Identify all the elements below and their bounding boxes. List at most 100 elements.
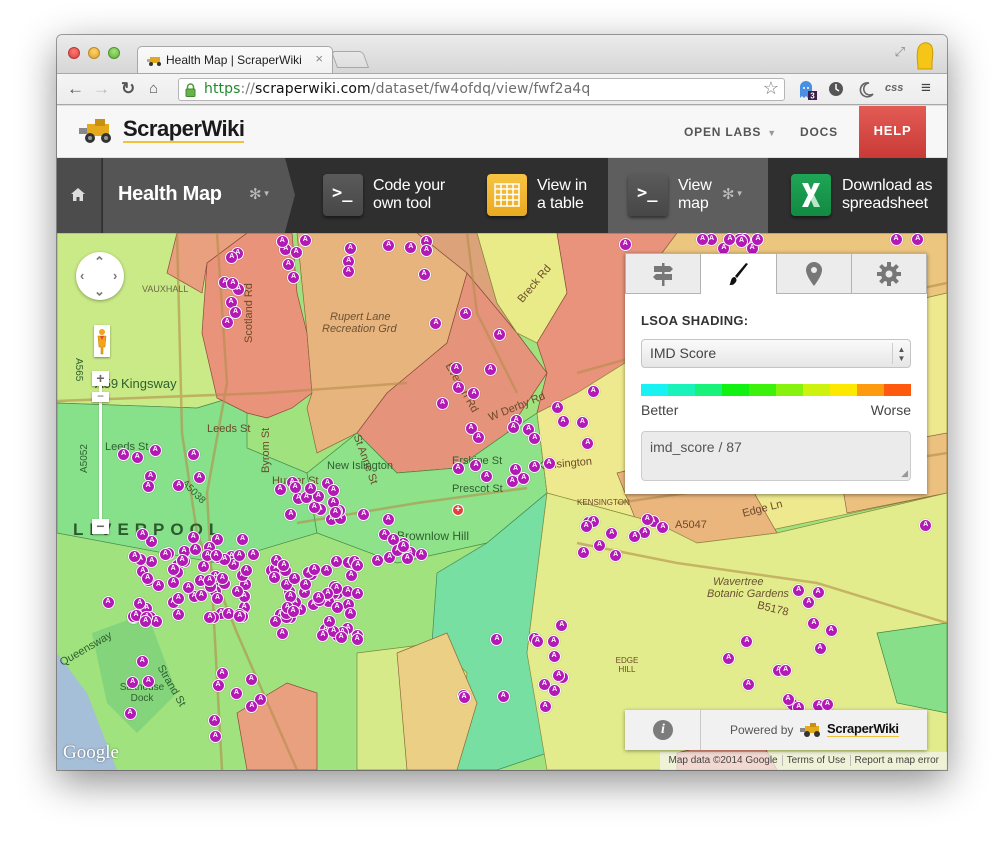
pan-left-icon[interactable]: ‹ xyxy=(80,268,84,283)
map-canvas[interactable]: A59 Kingsway VAUXHALL LIVERPOOL Leeds St… xyxy=(57,233,947,770)
menu-icon[interactable]: ≡ xyxy=(921,78,931,98)
map-marker[interactable]: A xyxy=(215,572,229,586)
map-marker[interactable]: A xyxy=(148,443,162,457)
fullscreen-icon[interactable]: ⤢ xyxy=(895,44,905,60)
map-marker[interactable]: A xyxy=(192,470,206,484)
nav-docs[interactable]: DOCS xyxy=(800,125,838,139)
info-button[interactable]: i xyxy=(625,710,701,750)
back-button[interactable]: ← xyxy=(67,79,84,99)
dataset-settings-menu[interactable]: ✻▼ xyxy=(249,185,271,203)
map-marker[interactable]: A xyxy=(329,555,343,569)
map-marker[interactable]: A xyxy=(451,462,465,476)
map-marker[interactable]: A xyxy=(267,571,281,585)
map-marker[interactable]: A xyxy=(275,234,289,248)
map-marker[interactable]: A xyxy=(275,627,289,641)
map-marker[interactable]: A xyxy=(496,689,510,703)
map-marker[interactable]: A xyxy=(322,614,336,628)
map-marker[interactable]: A xyxy=(289,245,303,259)
map-marker[interactable]: A xyxy=(889,233,903,246)
close-window-button[interactable] xyxy=(68,47,80,59)
ghostery-extension-icon[interactable]: 3 xyxy=(797,80,817,100)
zoom-slider-thumb[interactable]: − xyxy=(92,390,109,402)
map-marker[interactable]: A xyxy=(781,693,795,707)
datasets-home-button[interactable] xyxy=(57,158,102,233)
map-marker[interactable]: A xyxy=(538,700,552,714)
pan-up-icon[interactable]: ⌃ xyxy=(94,254,105,270)
map-marker[interactable]: A xyxy=(230,585,244,599)
map-marker[interactable]: A xyxy=(268,614,282,628)
home-button[interactable]: ⌂ xyxy=(149,79,158,99)
map-marker[interactable]: A xyxy=(824,623,838,637)
map-marker[interactable]: A xyxy=(166,575,180,589)
map-marker[interactable]: A xyxy=(547,634,561,648)
powered-by-label[interactable]: Powered by xyxy=(730,723,793,737)
tool-view-map[interactable]: >_ View map ✻▼ xyxy=(608,158,768,233)
map-marker[interactable]: A xyxy=(334,630,348,644)
map-marker[interactable]: A xyxy=(232,549,246,563)
new-tab-button[interactable] xyxy=(330,51,370,68)
map-marker[interactable]: A xyxy=(328,505,342,519)
brand-logo-text[interactable]: ScraperWiki xyxy=(123,118,245,143)
tab-close-icon[interactable]: × xyxy=(315,51,323,66)
map-marker[interactable]: A xyxy=(919,518,933,532)
map-marker[interactable]: A xyxy=(236,532,250,546)
map-marker[interactable]: A xyxy=(618,237,632,251)
pan-right-icon[interactable]: › xyxy=(113,268,117,283)
profile-avatar-icon[interactable] xyxy=(914,39,936,71)
forward-button[interactable]: → xyxy=(93,79,110,99)
map-marker[interactable]: A xyxy=(326,483,340,497)
map-marker[interactable]: A xyxy=(813,641,827,655)
help-button[interactable]: HELP xyxy=(859,106,926,158)
map-marker[interactable]: A xyxy=(741,677,755,691)
map-marker[interactable]: A xyxy=(188,542,202,556)
map-marker[interactable]: A xyxy=(547,649,561,663)
map-marker[interactable]: A xyxy=(350,632,364,646)
scraperwiki-logo-icon[interactable] xyxy=(79,116,117,144)
map-marker[interactable]: A xyxy=(141,479,155,493)
map-marker[interactable]: A xyxy=(246,547,260,561)
maximize-window-button[interactable] xyxy=(108,47,120,59)
minimize-window-button[interactable] xyxy=(88,47,100,59)
hospital-marker[interactable]: + xyxy=(452,504,464,516)
clock-extension-icon[interactable] xyxy=(827,80,845,98)
map-marker[interactable]: A xyxy=(273,482,287,496)
map-marker[interactable]: A xyxy=(593,538,606,552)
map-marker[interactable]: A xyxy=(330,601,344,615)
shading-select[interactable]: IMD Score ▲ ▼ xyxy=(641,339,911,368)
report-map-error-link[interactable]: Report a map error xyxy=(849,755,943,766)
dataset-title[interactable]: Health Map xyxy=(118,183,222,206)
tab-layers[interactable] xyxy=(625,253,702,294)
map-marker[interactable]: A xyxy=(123,707,137,721)
map-marker[interactable]: A xyxy=(287,270,301,284)
view-settings-menu[interactable]: ✻▼ xyxy=(722,185,744,203)
pan-control[interactable]: ⌃ ‹ › ⌃ xyxy=(76,252,124,300)
tab-markers[interactable] xyxy=(776,253,852,294)
map-marker[interactable]: A xyxy=(493,327,507,341)
map-marker[interactable]: A xyxy=(288,480,302,494)
terms-of-use-link[interactable]: Terms of Use xyxy=(781,755,850,766)
map-marker[interactable]: A xyxy=(400,552,414,566)
map-marker[interactable]: A xyxy=(158,548,172,562)
map-marker[interactable]: A xyxy=(220,315,234,329)
map-marker[interactable]: A xyxy=(209,549,223,563)
map-marker[interactable]: A xyxy=(414,548,428,562)
map-marker[interactable]: A xyxy=(233,609,247,623)
map-marker[interactable]: A xyxy=(579,519,593,533)
map-marker[interactable]: A xyxy=(417,267,431,281)
map-marker[interactable]: A xyxy=(244,673,258,687)
map-marker[interactable]: A xyxy=(152,578,166,592)
tool-view-in-table[interactable]: View in a table xyxy=(473,158,607,233)
map-marker[interactable]: A xyxy=(695,233,709,246)
map-marker[interactable]: A xyxy=(166,563,180,577)
map-marker[interactable]: A xyxy=(171,591,185,605)
map-marker[interactable]: A xyxy=(307,562,321,576)
map-marker[interactable]: A xyxy=(396,539,410,553)
map-marker[interactable]: A xyxy=(457,691,471,705)
powered-by-brand[interactable]: ScraperWiki xyxy=(827,721,899,737)
map-marker[interactable]: A xyxy=(779,663,793,677)
map-marker[interactable]: A xyxy=(811,585,825,599)
moon-extension-icon[interactable] xyxy=(857,80,875,98)
map-marker[interactable]: A xyxy=(211,679,225,693)
reload-button[interactable]: ↻ xyxy=(121,79,135,99)
map-marker[interactable]: A xyxy=(245,699,259,713)
